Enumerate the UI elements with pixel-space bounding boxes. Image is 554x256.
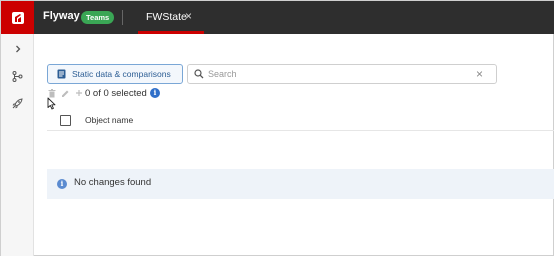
empty-state-message: No changes found (74, 177, 152, 188)
search-icon (194, 69, 204, 79)
tab-fwstate[interactable]: FWState × (138, 1, 204, 34)
static-data-comparisons-button[interactable]: Static data & comparisons (47, 64, 183, 84)
document-icon (57, 69, 66, 79)
info-icon[interactable]: i (150, 88, 160, 98)
search-box[interactable]: × (187, 64, 497, 84)
tab-label: FWState (146, 11, 187, 23)
flyway-logo-icon (11, 11, 24, 24)
mouse-cursor-icon (47, 97, 56, 110)
table-header: Object name (47, 110, 554, 131)
add-icon[interactable] (75, 89, 83, 97)
branches-icon (12, 70, 23, 82)
rocket-icon (12, 97, 23, 108)
app-name: Flyway (43, 10, 80, 22)
chevron-right-icon (15, 45, 20, 53)
top-bar: Flyway Teams FWState × (1, 1, 554, 34)
rail-item-comparisons[interactable] (1, 63, 34, 89)
clear-search-icon[interactable]: × (476, 67, 483, 81)
expand-sidebar-button[interactable] (1, 36, 34, 62)
selection-count: 0 of 0 selected (85, 88, 147, 99)
column-header-object-name[interactable]: Object name (85, 115, 133, 125)
active-tab-indicator (138, 31, 204, 34)
select-all-checkbox[interactable] (60, 115, 71, 126)
edition-badge: Teams (81, 11, 115, 24)
flyway-logo[interactable] (1, 1, 34, 34)
search-input[interactable] (208, 67, 468, 81)
left-rail (1, 34, 34, 256)
rail-item-deployments[interactable] (1, 90, 34, 116)
header-divider (122, 10, 123, 25)
empty-state-banner: i No changes found (47, 169, 554, 199)
app-window: Flyway Teams FWState × Static data & com… (0, 0, 554, 256)
info-icon: i (57, 179, 67, 189)
close-tab-icon[interactable]: × (185, 10, 192, 22)
static-data-button-label: Static data & comparisons (72, 69, 171, 79)
edit-icon[interactable] (61, 89, 70, 98)
